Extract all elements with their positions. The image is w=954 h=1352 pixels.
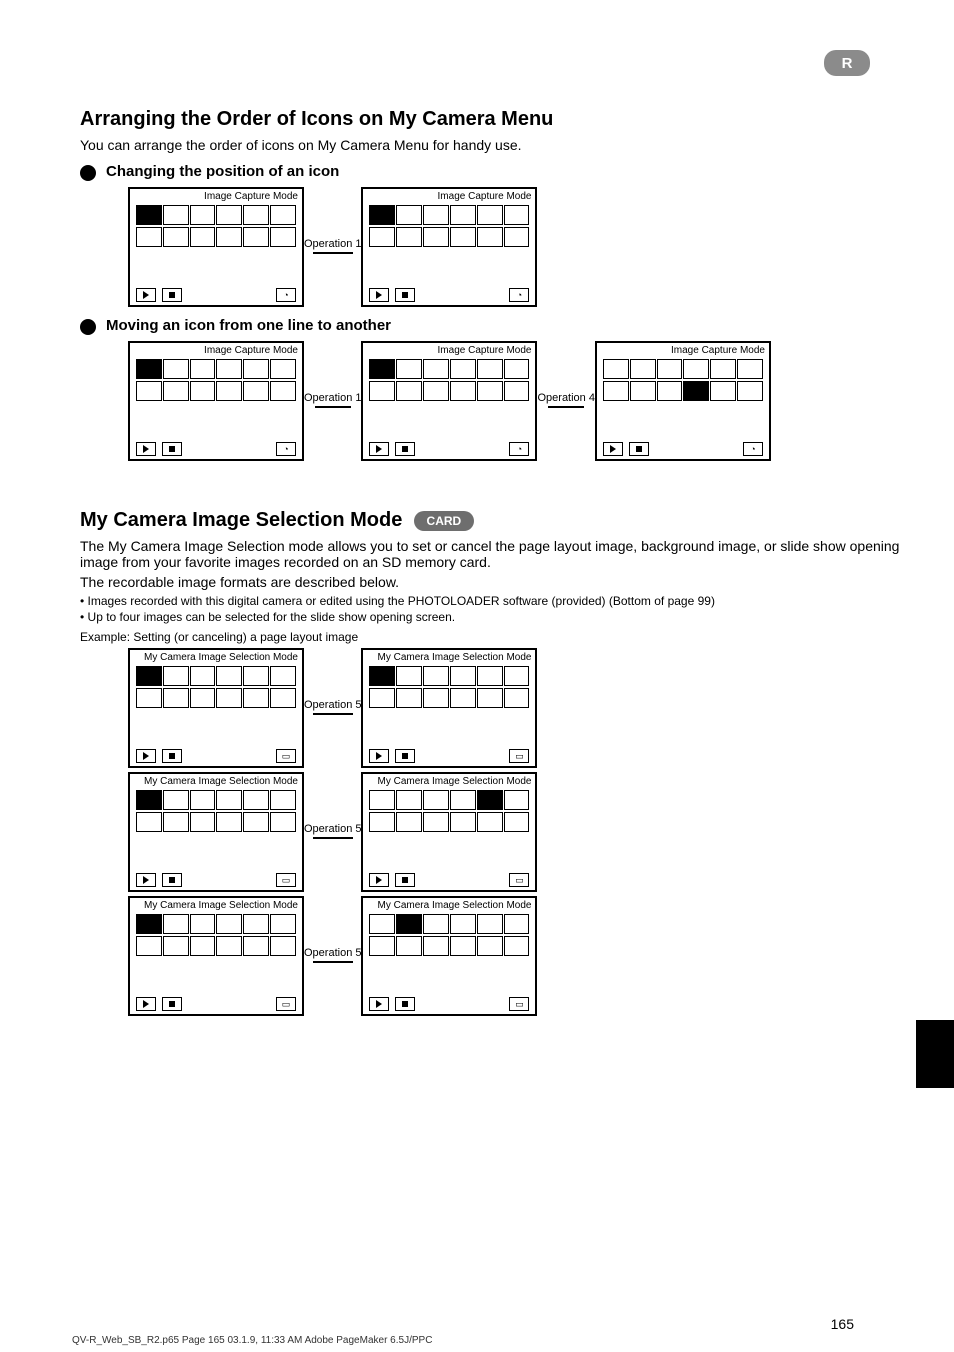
pair-1: My Camera Image Selection Mode Operation…: [128, 648, 900, 768]
bullet-dot-icon: [80, 165, 96, 181]
play-icon: [603, 442, 623, 456]
screen-c1l: My Camera Image Selection Mode: [128, 648, 304, 768]
screen-b2: Image Capture Mode: [361, 341, 537, 461]
arrow-op1-b: Operation 1: [304, 394, 361, 407]
screen-c3r: My Camera Image Selection Mode: [361, 896, 537, 1016]
screen-b1-label: Image Capture Mode: [130, 343, 302, 359]
arrow-c2: Operation 5: [304, 825, 361, 838]
stop-icon: [162, 997, 182, 1011]
bullet1-row: Image Capture Mode Operation 1 Ima: [128, 187, 900, 307]
screen-c1l-label: My Camera Image Selection Mode: [130, 650, 302, 666]
play-icon: [369, 997, 389, 1011]
section2-example: Example: Setting (or canceling) a page l…: [80, 630, 900, 644]
stop-icon: [629, 442, 649, 456]
play-icon: [136, 288, 156, 302]
screen-a2-label: Image Capture Mode: [363, 189, 535, 205]
arrow-op1-a: Operation 1: [304, 240, 361, 253]
pair-2: My Camera Image Selection Mode Operation…: [128, 772, 900, 892]
stop-icon: [395, 288, 415, 302]
pair-3: My Camera Image Selection Mode Operation…: [128, 896, 900, 1016]
stop-icon: [395, 873, 415, 887]
footer-line: QV-R_Web_SB_R2.p65 Page 165 03.1.9, 11:3…: [72, 1335, 432, 1346]
page-icon: [509, 997, 529, 1011]
play-icon: [369, 749, 389, 763]
page-icon: [509, 873, 529, 887]
play-icon: [369, 288, 389, 302]
bullet-dot-icon: [80, 319, 96, 335]
arrow-op1-b-label: Operation 1: [304, 392, 361, 405]
clock-icon: [509, 288, 529, 302]
screen-c3l: My Camera Image Selection Mode: [128, 896, 304, 1016]
section2-para2: The recordable image formats are describ…: [80, 574, 900, 590]
arrow-c3-label: Operation 5: [304, 947, 361, 960]
screen-b3: Image Capture Mode: [595, 341, 771, 461]
clock-icon: [276, 288, 296, 302]
screen-b3-label: Image Capture Mode: [597, 343, 769, 359]
stop-icon: [162, 288, 182, 302]
screen-c2l-label: My Camera Image Selection Mode: [130, 774, 302, 790]
arrow-c1: Operation 5: [304, 701, 361, 714]
stop-icon: [395, 997, 415, 1011]
stop-icon: [395, 749, 415, 763]
screen-c1r: My Camera Image Selection Mode: [361, 648, 537, 768]
page-icon: [509, 749, 529, 763]
stop-icon: [395, 442, 415, 456]
section2-note1: • Images recorded with this digital came…: [80, 594, 900, 608]
screen-a1-label: Image Capture Mode: [130, 189, 302, 205]
play-icon: [136, 873, 156, 887]
section1-title: Arranging the Order of Icons on My Camer…: [80, 108, 900, 131]
screen-c1r-label: My Camera Image Selection Mode: [363, 650, 535, 666]
screen-c3r-label: My Camera Image Selection Mode: [363, 898, 535, 914]
section2-note2: • Up to four images can be selected for …: [80, 610, 900, 624]
page-icon: [276, 749, 296, 763]
arrow-op4-b-label: Operation 4: [537, 392, 594, 405]
arrow-op1-a-label: Operation 1: [304, 238, 361, 251]
screen-a1: Image Capture Mode: [128, 187, 304, 307]
play-icon: [136, 997, 156, 1011]
card-badge: CARD: [414, 511, 474, 531]
page-icon: [276, 873, 296, 887]
clock-icon: [743, 442, 763, 456]
stop-icon: [162, 749, 182, 763]
side-tab: [916, 1020, 954, 1088]
page-icon: [276, 997, 296, 1011]
r-badge: R: [824, 50, 870, 76]
bullet-2-text: Moving an icon from one line to another: [106, 317, 391, 334]
screen-b1: Image Capture Mode: [128, 341, 304, 461]
arrow-op4-b: Operation 4: [537, 394, 594, 407]
section2-title-row: My Camera Image Selection Mode CARD: [80, 509, 900, 532]
bullet-1: Changing the position of an icon: [80, 163, 900, 181]
screen-a2: Image Capture Mode: [361, 187, 537, 307]
screen-c2l: My Camera Image Selection Mode: [128, 772, 304, 892]
play-icon: [369, 873, 389, 887]
bullet-1-text: Changing the position of an icon: [106, 163, 339, 180]
arrow-c2-label: Operation 5: [304, 823, 361, 836]
clock-icon: [276, 442, 296, 456]
stop-icon: [162, 873, 182, 887]
arrow-c1-label: Operation 5: [304, 699, 361, 712]
stop-icon: [162, 442, 182, 456]
page: R Arranging the Order of Icons on My Cam…: [0, 0, 954, 1352]
bullet2-row: Image Capture Mode Operation 1 Ima: [128, 341, 900, 461]
screen-c3l-label: My Camera Image Selection Mode: [130, 898, 302, 914]
section2-title: My Camera Image Selection Mode: [80, 509, 402, 531]
play-icon: [136, 442, 156, 456]
play-icon: [369, 442, 389, 456]
screen-c2r: My Camera Image Selection Mode: [361, 772, 537, 892]
arrow-c3: Operation 5: [304, 949, 361, 962]
play-icon: [136, 749, 156, 763]
bullet-2: Moving an icon from one line to another: [80, 317, 900, 335]
screen-c2r-label: My Camera Image Selection Mode: [363, 774, 535, 790]
clock-icon: [509, 442, 529, 456]
page-number: 165: [831, 1316, 854, 1332]
section2-para1: The My Camera Image Selection mode allow…: [80, 538, 900, 570]
section1-lead: You can arrange the order of icons on My…: [80, 137, 900, 153]
screen-b2-label: Image Capture Mode: [363, 343, 535, 359]
